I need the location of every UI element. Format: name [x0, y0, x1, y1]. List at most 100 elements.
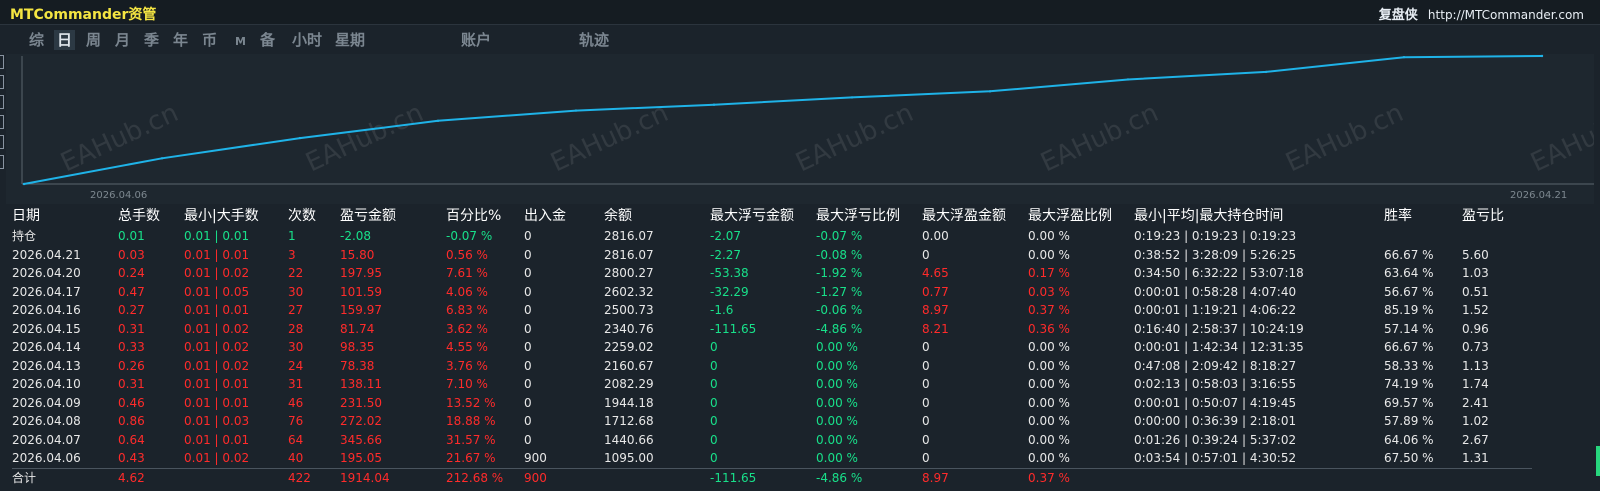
cell-count: 22 — [288, 266, 304, 280]
col-hold-time[interactable]: 最小|平均|最大持仓时间 — [1134, 205, 1384, 227]
cell-max-float-loss: 0 — [710, 358, 718, 373]
cell-max-float-loss-pct: 0.00 % — [816, 451, 858, 465]
tab-month[interactable]: 月 — [112, 30, 133, 50]
table-row[interactable]: 2026.04.09 0.46 0.01 | 0.01 46 231.50 13.52 %… — [12, 394, 1532, 413]
col-count[interactable]: 次数 — [288, 205, 340, 227]
col-date[interactable]: 日期 — [12, 205, 118, 227]
cell-max-float-loss-pct: 0.00 % — [816, 414, 858, 428]
cell-balance: 2082.29 — [604, 377, 654, 391]
col-deposit[interactable]: 出入金 — [524, 205, 604, 227]
scroll-indicator[interactable] — [1596, 446, 1600, 476]
cell-profit: 78.38 — [340, 358, 375, 373]
cell-win-rate: 69.57 % — [1384, 395, 1434, 410]
cell-min-max-lots: 0.01 | 0.01 — [184, 247, 250, 262]
cell-max-float-profit-pct: 0.00 % — [1028, 229, 1070, 243]
equity-point — [160, 157, 164, 160]
cell-profit: 98.35 — [340, 340, 375, 354]
cell-deposit: 0 — [524, 303, 532, 317]
cell-max-float-profit-pct: 0.00 % — [1028, 377, 1070, 391]
tab-hour[interactable]: 小时 — [289, 30, 325, 50]
tab-weekday[interactable]: 星期 — [332, 30, 368, 50]
table-row[interactable]: 2026.04.16 0.27 0.01 | 0.01 27 159.97 6.83 % 0… — [12, 301, 1532, 320]
period-tab-bar: 综 日 周 月 季 年 币 M 备 小时 星期 账户 轨迹 — [0, 26, 1600, 52]
cell-max-float-profit: 8.97 — [922, 467, 1028, 487]
equity-point — [298, 136, 302, 140]
cell-max-float-loss: 0 — [710, 414, 718, 428]
cell-win-rate: 63.64 % — [1384, 266, 1434, 280]
holding-row[interactable]: 持仓 0.01 0.01 | 0.01 1 -2.08 -0.07 % 0 2816.07 -2… — [12, 227, 1532, 246]
app-title: MTCommander资管 — [10, 7, 157, 23]
cell-max-float-profit: 0 — [922, 451, 930, 465]
table-row[interactable]: 2026.04.10 0.31 0.01 | 0.01 31 138.11 7.10 % 0… — [12, 375, 1532, 394]
left-edge-marks — [0, 55, 4, 185]
cell-percent: -0.07 % — [446, 229, 493, 243]
tab-account[interactable]: 账户 — [458, 30, 494, 50]
equity-point — [988, 90, 992, 93]
cell-pl-ratio: 1.13 — [1462, 358, 1489, 373]
cell-max-float-loss-pct: -4.86 % — [816, 467, 922, 487]
col-percent[interactable]: 百分比% — [446, 205, 524, 227]
cell-percent: 18.88 % — [446, 414, 496, 428]
tab-summary[interactable]: 综 — [26, 30, 47, 50]
col-max-float-loss[interactable]: 最大浮亏金额 — [710, 205, 816, 227]
tab-week[interactable]: 周 — [83, 30, 104, 50]
table-row[interactable]: 2026.04.17 0.47 0.01 | 0.05 30 101.59 4.06 % 0… — [12, 283, 1532, 302]
tab-currency[interactable]: 币 — [199, 30, 220, 50]
col-balance[interactable]: 余额 — [604, 205, 710, 227]
table-row[interactable]: 2026.04.20 0.24 0.01 | 0.02 22 197.95 7.61 % 0… — [12, 264, 1532, 283]
cell-min-max-lots: 0.01 | 0.01 — [184, 377, 250, 391]
tab-quarter[interactable]: 季 — [141, 30, 162, 50]
cell-deposit: 0 — [524, 266, 532, 280]
cell-balance: 2816.07 — [604, 247, 654, 262]
cell-balance: 2160.67 — [604, 358, 654, 373]
cell-pl-ratio — [1462, 467, 1532, 487]
cell-profit: 197.95 — [340, 266, 382, 280]
cell-min-max-lots: 0.01 | 0.01 — [184, 432, 250, 447]
cell-hold-time: 0:47:08 | 2:09:42 | 8:18:27 — [1134, 358, 1297, 373]
cell-max-float-loss-pct: 0.00 % — [816, 358, 858, 373]
tab-notes[interactable]: 备 — [257, 30, 278, 50]
col-win-rate[interactable]: 胜率 — [1384, 205, 1462, 227]
cell-percent: 21.67 % — [446, 451, 496, 465]
cell-date: 2026.04.21 — [12, 247, 81, 262]
cell-max-float-loss: -2.27 — [710, 247, 742, 262]
cell-max-float-loss: 0 — [710, 340, 718, 354]
table-row[interactable]: 2026.04.13 0.26 0.01 | 0.02 24 78.38 3.76 % 0 2… — [12, 357, 1532, 376]
cell-hold-time: 0:03:54 | 0:57:01 | 4:30:52 — [1134, 451, 1297, 465]
cell-percent: 212.68 % — [446, 467, 524, 487]
col-max-float-profit-pct[interactable]: 最大浮盈比例 — [1028, 205, 1134, 227]
watermark-text: EAHub.cn — [1036, 98, 1163, 178]
cell-hold-time — [1134, 467, 1384, 487]
col-total-lots[interactable]: 总手数 — [118, 205, 184, 227]
table-row[interactable]: 2026.04.07 0.64 0.01 | 0.01 64 345.66 31.57 %… — [12, 431, 1532, 450]
total-row[interactable]: 合计 4.62 422 1914.04 212.68 % 900 -111.65 -4.86 … — [12, 467, 1532, 487]
cell-max-float-profit: 0 — [922, 395, 930, 410]
cell-max-float-loss: -111.65 — [710, 467, 816, 487]
table-row[interactable]: 2026.04.15 0.31 0.01 | 0.02 28 81.74 3.62 % 0 2… — [12, 320, 1532, 339]
table-row[interactable]: 2026.04.08 0.86 0.01 | 0.03 76 272.02 18.88 %… — [12, 412, 1532, 431]
brand-url[interactable]: http://MTCommander.com — [1428, 8, 1584, 22]
cell-hold-time: 0:19:23 | 0:19:23 | 0:19:23 — [1134, 229, 1297, 243]
cell-max-float-profit: 0.00 — [922, 229, 949, 243]
cell-date: 2026.04.20 — [12, 266, 81, 280]
col-pl-ratio[interactable]: 盈亏比 — [1462, 205, 1532, 227]
cell-profit: -2.08 — [340, 229, 372, 243]
cell-profit: 81.74 — [340, 321, 375, 336]
table-row[interactable]: 2026.04.14 0.33 0.01 | 0.02 30 98.35 4.55 % 0 2… — [12, 338, 1532, 357]
cell-max-float-loss-pct: -1.27 % — [816, 284, 863, 299]
col-max-float-loss-pct[interactable]: 最大浮亏比例 — [816, 205, 922, 227]
table-row[interactable]: 2026.04.21 0.03 0.01 | 0.01 3 15.80 0.56 % 0 28… — [12, 246, 1532, 265]
cell-max-float-loss-pct: 0.00 % — [816, 340, 858, 354]
tab-year[interactable]: 年 — [170, 30, 191, 50]
table-row[interactable]: 2026.04.06 0.43 0.01 | 0.02 40 195.05 21.67 %… — [12, 449, 1532, 468]
cell-date: 2026.04.16 — [12, 303, 81, 317]
tab-day[interactable]: 日 — [54, 30, 76, 50]
cell-percent: 7.61 % — [446, 266, 488, 280]
cell-profit: 272.02 — [340, 414, 382, 428]
cell-max-float-profit-pct: 0.00 % — [1028, 395, 1070, 410]
col-profit[interactable]: 盈亏金额 — [340, 205, 446, 227]
tab-magic[interactable]: M — [232, 32, 249, 52]
col-min-max-lots[interactable]: 最小|大手数 — [184, 205, 288, 227]
col-max-float-profit[interactable]: 最大浮盈金额 — [922, 205, 1028, 227]
tab-trace[interactable]: 轨迹 — [576, 30, 612, 50]
